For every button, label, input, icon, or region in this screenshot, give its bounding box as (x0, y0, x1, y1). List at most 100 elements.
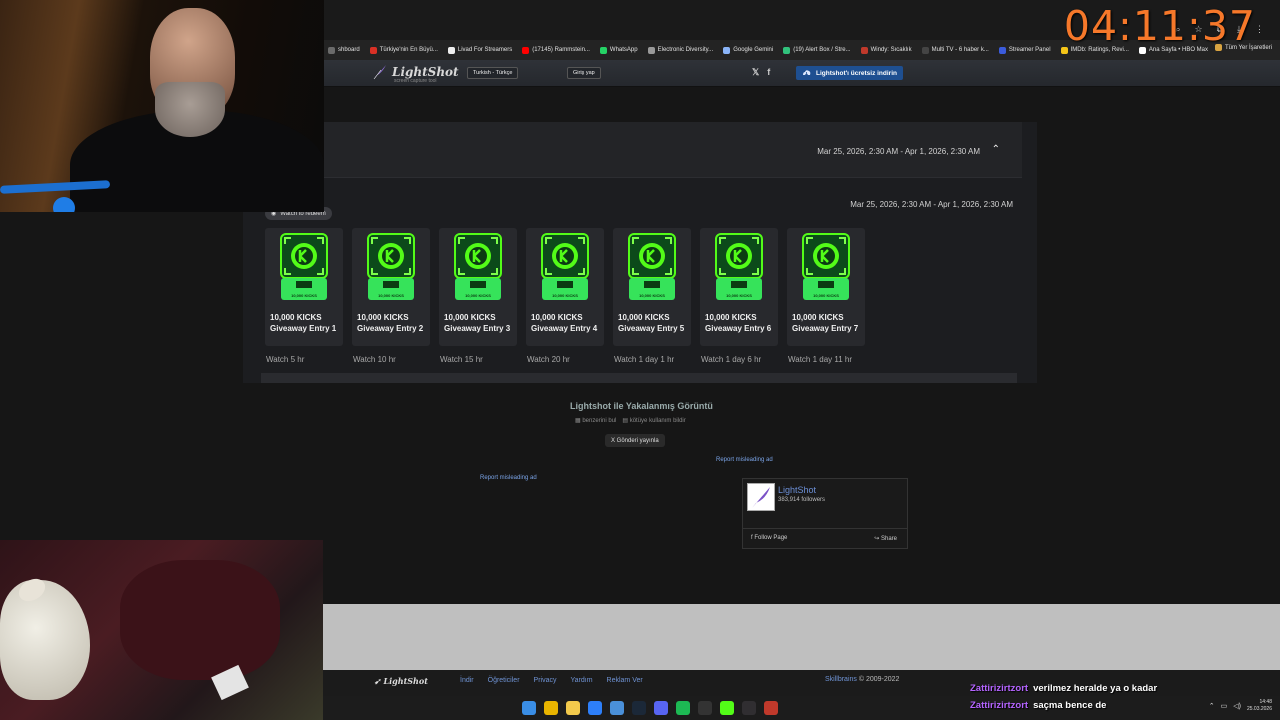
bookmark-item[interactable]: shboard (328, 46, 360, 54)
reward-card[interactable]: 10,000 KICKS 10,000 KICKS Giveaway Entry 7… (787, 228, 865, 364)
reward-entry: Giveaway Entry 1 (270, 324, 337, 333)
bookmark-item[interactable]: Türkiye'nin En Büyü... (369, 46, 438, 54)
facebook-page-avatar[interactable] (747, 483, 775, 511)
reward-card[interactable]: 10,000 KICKS 10,000 KICKS Giveaway Entry 2… (352, 228, 430, 364)
system-tray: ⌃ ▭ ◁) 14:48 25.03.2026 (1209, 699, 1272, 713)
bookmark-favicon-icon (447, 46, 455, 54)
bookmark-favicon-icon (647, 46, 655, 54)
app-blue-icon[interactable] (588, 701, 602, 715)
kick-reward-icon: 10,000 KICKS (715, 233, 763, 300)
footer-link[interactable]: İndir (460, 677, 474, 684)
report-ad-link-1[interactable]: Report misleading ad (716, 457, 773, 463)
footer-link[interactable]: Yardım (570, 677, 592, 684)
app-blue-2-icon[interactable] (610, 701, 624, 715)
reward-card-box: 10,000 KICKS 10,000 KICKS Giveaway Entry 1 (265, 228, 343, 346)
facebook-icon[interactable]: f (767, 67, 770, 78)
menu-icon[interactable]: ⋮ (1255, 24, 1264, 35)
bookmark-label: Electronic Diversity... (657, 47, 714, 53)
chat-text: saçma bence de (1033, 700, 1107, 711)
steam-icon[interactable] (632, 701, 646, 715)
login-button[interactable]: Giriş yap (567, 67, 601, 79)
volume-icon[interactable]: ◁) (1233, 702, 1241, 710)
footer-link[interactable]: Reklam Ver (607, 677, 643, 684)
bookmark-item[interactable]: Google Gemini (723, 46, 773, 54)
facebook-page-name[interactable]: LightShot (778, 485, 816, 495)
company-link[interactable]: Skillbrains (825, 676, 857, 683)
bookmark-item[interactable]: Streamer Panel (998, 46, 1051, 54)
lightshot-header: LightShot screen capture tool Turkish - … (324, 60, 1280, 87)
reward-card[interactable]: 10,000 KICKS 10,000 KICKS Giveaway Entry 5… (613, 228, 691, 364)
bookmark-favicon-icon (723, 46, 731, 54)
reward-badge-text: 10,000 KICKS (552, 293, 578, 298)
discord-icon[interactable] (654, 701, 668, 715)
file-explorer-icon[interactable] (566, 701, 580, 715)
bookmark-label: Livad For Streamers (457, 47, 513, 53)
bookmark-item[interactable]: (17145) Rammstein... (522, 46, 590, 54)
footer-logo[interactable]: ➹ LightShot (374, 676, 428, 686)
bookmark-label: (19) Alert Box / Stre... (793, 47, 851, 53)
share-button[interactable]: ↪ Share (874, 535, 897, 542)
bookmark-item[interactable]: Livad For Streamers (447, 46, 513, 54)
bookmark-favicon-icon (783, 46, 791, 54)
bookmark-item[interactable]: Multi TV - 6 haber k... (921, 46, 989, 54)
report-abuse-label: kötüye kullanım bildir (629, 418, 686, 424)
bookmark-favicon-icon (998, 46, 1006, 54)
feather-icon (752, 487, 770, 508)
bookmark-item[interactable]: WhatsApp (599, 46, 638, 54)
reward-card[interactable]: 10,000 KICKS 10,000 KICKS Giveaway Entry 3… (439, 228, 517, 364)
image-tools: ▦ benzerini bul ▤ kötüye kullanım bildir (575, 417, 686, 424)
windows-start-icon[interactable] (522, 701, 536, 715)
reward-card[interactable]: 10,000 KICKS 10,000 KICKS Giveaway Entry 6… (700, 228, 778, 364)
reward-card[interactable]: 10,000 KICKS 10,000 KICKS Giveaway Entry 1… (265, 228, 343, 364)
reward-card[interactable]: 10,000 KICKS 10,000 KICKS Giveaway Entry 4… (526, 228, 604, 364)
reward-requirement: Watch 20 hr (527, 355, 570, 364)
chat-text: verilmez heralde ya o kadar (1033, 683, 1158, 694)
find-similar-link[interactable]: ▦ benzerini bul (575, 417, 616, 424)
language-select-label: Turkish - Türkçe (473, 70, 513, 76)
taskbar-apps (522, 701, 778, 715)
reward-amount: 10,000 KICKS (705, 313, 757, 322)
obs-icon[interactable] (742, 701, 756, 715)
language-select[interactable]: Turkish - Türkçe (467, 67, 519, 79)
drop-header-row: Mar 25, 2026, 2:30 AM - Apr 1, 2026, 2:3… (324, 122, 1022, 178)
reward-card-title: 10,000 KICKS Giveaway Entry 6 (705, 312, 771, 334)
bookmark-item[interactable]: (19) Alert Box / Stre... (783, 46, 851, 54)
screenshot-image[interactable]: Mar 25, 2026, 2:30 AM - Apr 1, 2026, 2:3… (243, 122, 1037, 383)
reward-badge-text: 10,000 KICKS (639, 293, 665, 298)
tweet-button[interactable]: X Gönderi yayınla (605, 434, 665, 447)
chevron-up-icon[interactable]: ⌃ (1209, 702, 1215, 710)
report-abuse-link[interactable]: ▤ kötüye kullanım bildir (622, 417, 685, 424)
network-icon[interactable]: ▭ (1221, 702, 1228, 710)
reward-badge-text: 10,000 KICKS (813, 293, 839, 298)
twitter-icon[interactable]: 𝕏 (752, 67, 759, 78)
reward-requirement: Watch 15 hr (440, 355, 483, 364)
chevron-up-icon[interactable]: ⌃ (992, 144, 1000, 155)
bookmark-item[interactable]: Windy: Sıcaklık (860, 46, 912, 54)
lightshot-logo[interactable]: LightShot screen capture tool (372, 64, 459, 84)
reward-entry: Giveaway Entry 5 (618, 324, 685, 333)
follow-page-button[interactable]: f Follow Page (751, 535, 787, 541)
footer-link[interactable]: Öğreticiler (488, 677, 520, 684)
kick-reward-icon: 10,000 KICKS (628, 233, 676, 300)
footer-ad-area (322, 604, 1280, 670)
download-button[interactable]: Lightshot'ı ücretsiz indirin (796, 66, 903, 80)
find-similar-label: benzerini bul (582, 418, 617, 424)
recorder-icon[interactable] (764, 701, 778, 715)
clock[interactable]: 14:48 25.03.2026 (1247, 699, 1272, 713)
share-icon: ↪ (874, 536, 880, 542)
share-label: Share (880, 536, 897, 542)
reward-requirement: Watch 5 hr (266, 355, 305, 364)
bookmark-item[interactable]: Electronic Diversity... (647, 46, 714, 54)
kick-reward-icon: 10,000 KICKS (454, 233, 502, 300)
chrome-icon[interactable] (544, 701, 558, 715)
epic-games-icon[interactable] (698, 701, 712, 715)
reward-requirement: Watch 10 hr (353, 355, 396, 364)
spotify-icon[interactable] (676, 701, 690, 715)
kick-icon[interactable] (720, 701, 734, 715)
reward-badge-text: 10,000 KICKS (291, 293, 317, 298)
footer-brand: LightShot (383, 676, 428, 686)
follow-page-label: Follow Page (754, 535, 788, 541)
reward-requirement: Watch 1 day 11 hr (788, 355, 853, 364)
report-ad-link-2[interactable]: Report misleading ad (480, 475, 537, 481)
footer-link[interactable]: Privacy (534, 677, 557, 684)
